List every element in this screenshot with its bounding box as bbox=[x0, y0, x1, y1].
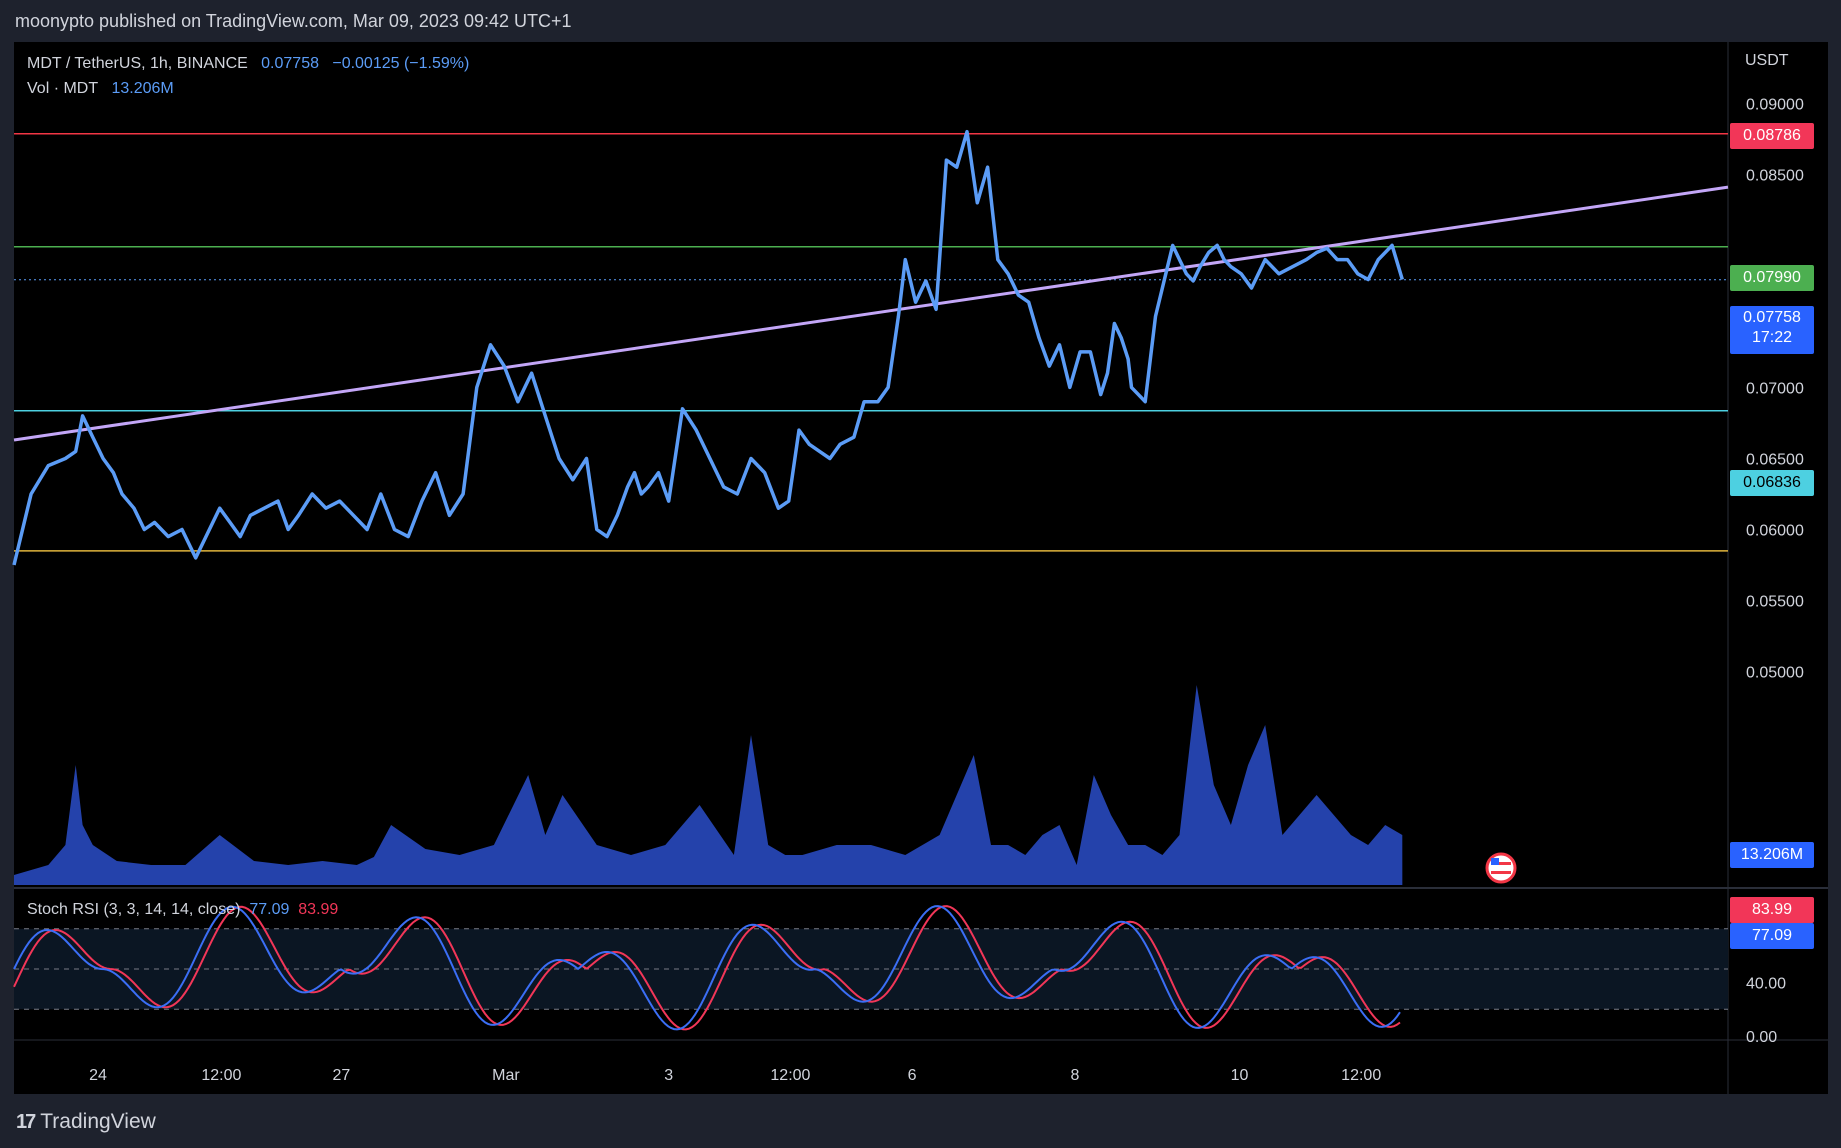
price-tick-3: 0.07000 bbox=[1746, 380, 1804, 397]
time-label-1: 12:00 bbox=[201, 1067, 241, 1084]
time-label-4: 3 bbox=[664, 1067, 673, 1084]
time-label-5: 12:00 bbox=[770, 1067, 810, 1084]
stoch-d-badge: 83.99 bbox=[1730, 897, 1814, 923]
current-price-badge: 0.07758 17:22 bbox=[1730, 306, 1814, 354]
price-tick-5: 0.06000 bbox=[1746, 523, 1804, 540]
price-change: −0.00125 (−1.59%) bbox=[332, 55, 470, 72]
symbol-legend: MDT / TetherUS, 1h, BINANCE 0.07758 −0.0… bbox=[27, 55, 469, 73]
flag-canton-icon bbox=[1491, 858, 1499, 865]
price-tick-6: 0.05500 bbox=[1746, 594, 1804, 611]
red-level-badge: 0.08786 bbox=[1730, 123, 1814, 149]
price-tick-0: 0.09000 bbox=[1746, 96, 1804, 113]
symbol-label: MDT / TetherUS, 1h, BINANCE bbox=[27, 55, 248, 72]
price-tick-1: 0.08500 bbox=[1746, 167, 1804, 184]
cyan-level-badge: 0.06836 bbox=[1730, 470, 1814, 496]
flag-stripe-icon bbox=[1491, 871, 1511, 874]
footer-bar bbox=[0, 1094, 1841, 1148]
time-label-2: 27 bbox=[332, 1067, 350, 1084]
time-label-7: 8 bbox=[1071, 1067, 1080, 1084]
brand-name: TradingView bbox=[40, 1110, 156, 1133]
stoch-label: Stoch RSI (3, 3, 14, 14, close) bbox=[27, 901, 241, 918]
price-series-line bbox=[12, 129, 1404, 566]
price-tick-4: 0.06500 bbox=[1746, 451, 1804, 468]
stoch-k-badge: 77.09 bbox=[1730, 923, 1814, 949]
time-label-3: Mar bbox=[492, 1067, 520, 1084]
stoch-legend: Stoch RSI (3, 3, 14, 14, close) 77.09 83… bbox=[27, 901, 338, 919]
time-label-0: 24 bbox=[89, 1067, 107, 1084]
volume-area bbox=[14, 685, 1403, 885]
bar-countdown: 17:22 bbox=[1751, 329, 1793, 346]
stoch-tick-0: 40.00 bbox=[1746, 975, 1786, 992]
volume-legend: Vol · MDT 13.206M bbox=[27, 80, 174, 98]
stoch-d-value: 83.99 bbox=[298, 901, 339, 918]
vol-value: 13.206M bbox=[111, 80, 174, 97]
price-tick-7: 0.05000 bbox=[1746, 665, 1804, 682]
vol-label: Vol · MDT bbox=[27, 80, 99, 97]
time-label-9: 12:00 bbox=[1341, 1067, 1381, 1084]
green-level-badge: 0.07990 bbox=[1730, 265, 1814, 291]
last-price: 0.07758 bbox=[261, 55, 319, 72]
volume-badge: 13.206M bbox=[1730, 842, 1814, 868]
stoch-tick-1: 0.00 bbox=[1746, 1029, 1777, 1046]
price-chart[interactable]: 0.090000.085000.075000.070000.065000.060… bbox=[0, 0, 1841, 1148]
tradingview-logo[interactable]: 17 TradingView bbox=[16, 1110, 156, 1134]
time-label-6: 6 bbox=[908, 1067, 917, 1084]
current-price: 0.07758 bbox=[1743, 309, 1801, 326]
tradingview-logo-icon: 17 bbox=[16, 1110, 36, 1133]
currency-label: USDT bbox=[1745, 52, 1789, 69]
time-label-8: 10 bbox=[1231, 1067, 1249, 1084]
stoch-k-value: 77.09 bbox=[249, 901, 290, 918]
